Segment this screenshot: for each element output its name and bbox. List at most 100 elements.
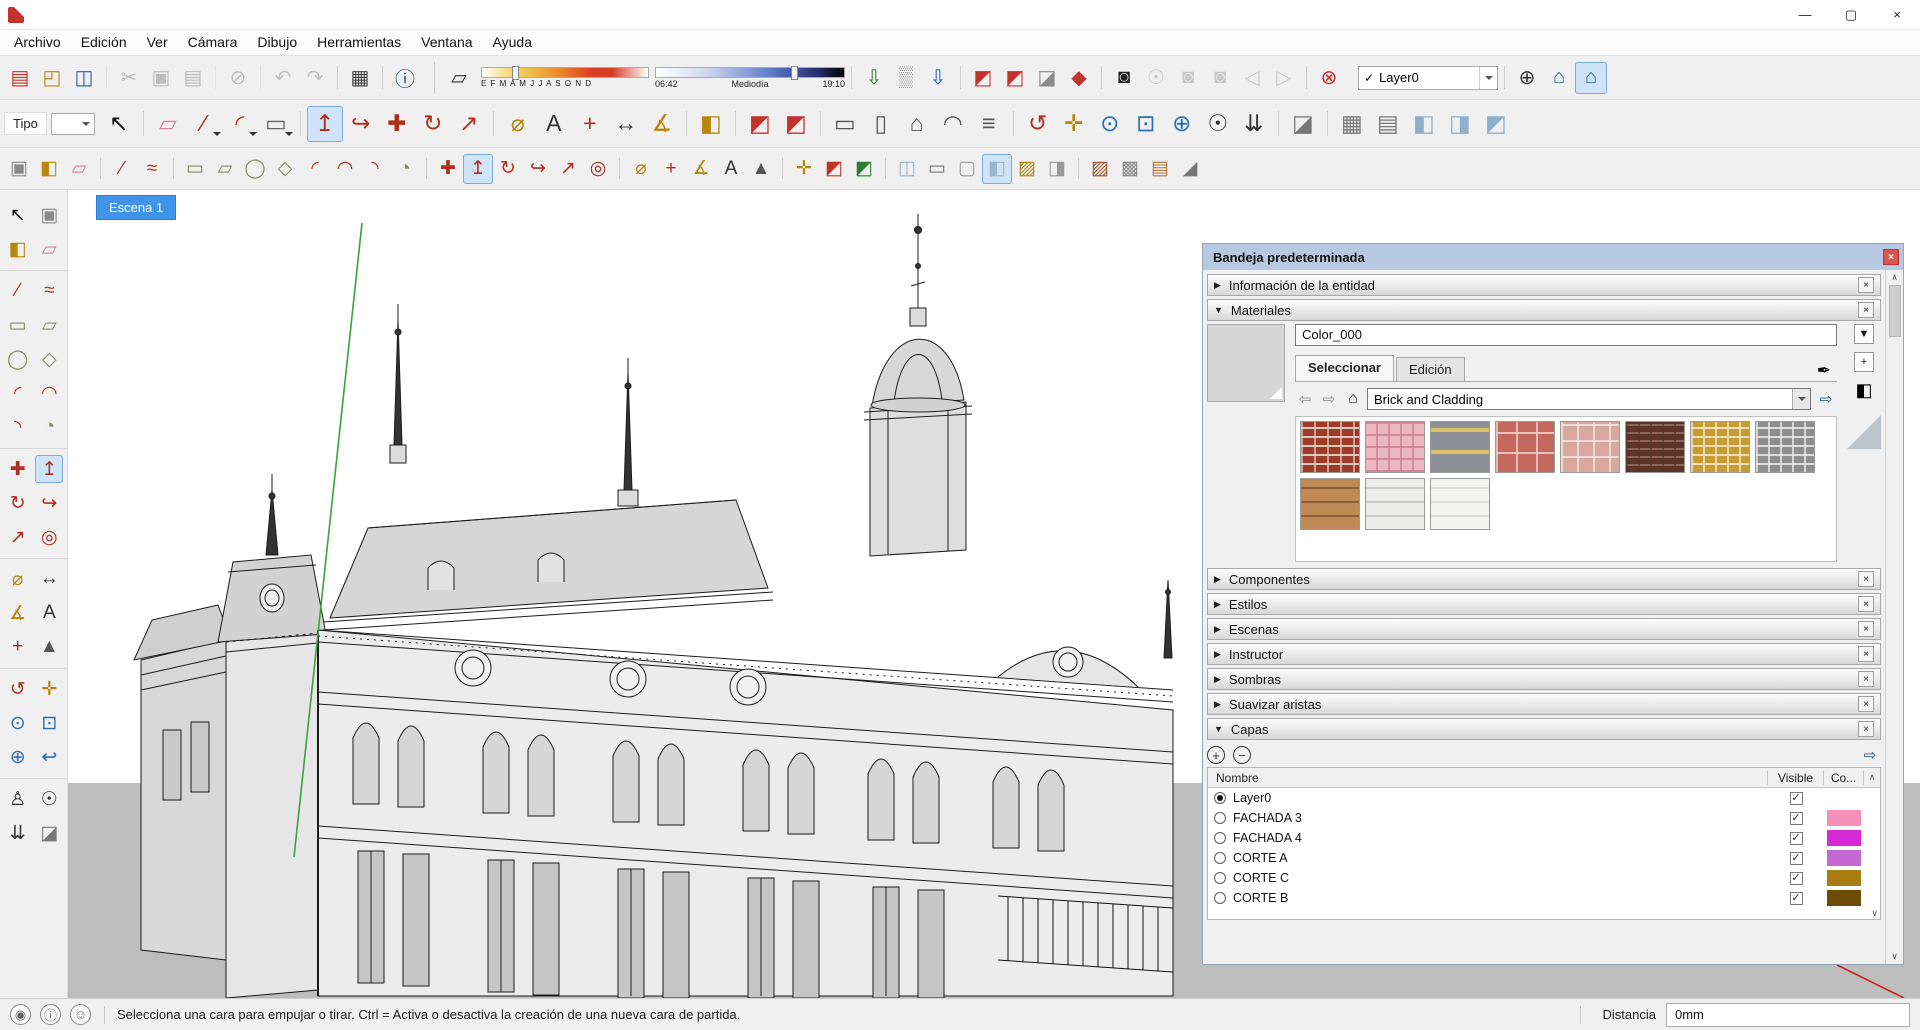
home-icon[interactable]: ⌂ [1343, 390, 1363, 408]
camera-pan-button[interactable]: ◙ [1204, 62, 1236, 94]
stairs-tool[interactable]: ≡ [971, 106, 1007, 142]
eraser-tool[interactable]: ▱ [35, 235, 63, 263]
wall-tool[interactable]: ▯ [863, 106, 899, 142]
camera-dolly-button[interactable]: ◙ [1172, 62, 1204, 94]
layer-radio[interactable] [1214, 872, 1226, 884]
close-section-button[interactable]: × [1858, 596, 1874, 612]
open-model-button[interactable]: ◰ [36, 62, 68, 94]
menu-item[interactable]: Cámara [178, 30, 248, 54]
zoom-window-tool[interactable]: ⊡ [35, 709, 63, 737]
swatch-white-siding[interactable] [1365, 478, 1425, 530]
menu-item[interactable]: Herramientas [307, 30, 411, 54]
export-model-button[interactable]: ◩ [849, 154, 879, 184]
close-section-button[interactable]: × [1858, 621, 1874, 637]
face-cube-top[interactable]: ◩ [1478, 106, 1514, 142]
layer-radio[interactable] [1214, 852, 1226, 864]
tray-scroll-down-icon[interactable]: ∨ [1891, 951, 1898, 962]
pan-tool[interactable]: ✛ [1056, 106, 1092, 142]
section-instructor[interactable]: ▶ Instructor × [1207, 643, 1881, 665]
model-info-button[interactable]: ⓘ [389, 62, 421, 94]
orbit-tool[interactable]: ↺ [4, 675, 32, 703]
layer-visible-checkbox[interactable]: ✓ [1790, 792, 1803, 805]
month-slider-handle[interactable] [512, 66, 519, 80]
rotated-rectangle-tool[interactable]: ▱ [210, 154, 240, 184]
add-building-button[interactable]: ⇩ [922, 62, 954, 94]
tab-edicion[interactable]: Edición [1396, 357, 1465, 381]
toggle-terrain-button[interactable]: ▒ [890, 62, 922, 94]
shadow-toggle-button[interactable]: ▱ [443, 62, 475, 94]
minimize-button[interactable]: — [1782, 0, 1828, 30]
3d-text-tool[interactable]: ▲ [35, 633, 63, 661]
menu-item[interactable]: Ventana [411, 30, 482, 54]
floor-plan-tool[interactable]: ▭ [827, 106, 863, 142]
sample-paint-swatch[interactable] [1847, 415, 1881, 449]
move-tool[interactable]: ✚ [4, 455, 32, 483]
redo-button[interactable]: ↷ [299, 62, 331, 94]
collection-combobox[interactable]: Brick and Cladding [1367, 388, 1811, 410]
close-button[interactable]: × [1874, 0, 1920, 30]
style-wireframe-button[interactable]: ▭ [922, 154, 952, 184]
shadow-month-slider[interactable]: E F M A M J J A S O N D [481, 67, 649, 88]
swatch-pink-tile[interactable] [1365, 421, 1425, 473]
layer-visible-checkbox[interactable]: ✓ [1790, 892, 1803, 905]
rotate-tool[interactable]: ↻ [4, 489, 32, 517]
polygon-tool[interactable]: ◇ [35, 345, 63, 373]
section-layers[interactable]: ▼ Capas × [1207, 718, 1881, 740]
freehand-tool[interactable]: ≈ [35, 277, 63, 305]
polygon-tool[interactable]: ◇ [270, 154, 300, 184]
section-materials[interactable]: ▼ Materiales × [1207, 299, 1881, 321]
text-tool[interactable]: A [35, 599, 63, 627]
share-model-button[interactable]: ◩ [778, 106, 814, 142]
extension-warehouse-button[interactable]: ◆ [1063, 62, 1095, 94]
line-tool[interactable]: ∕ [107, 154, 137, 184]
follow-me-tool[interactable]: ↪ [523, 154, 553, 184]
select-tool[interactable]: ↖ [4, 201, 32, 229]
close-section-button[interactable]: × [1858, 721, 1874, 737]
axes-tool[interactable]: + [656, 154, 686, 184]
offset-tool[interactable]: ◎ [35, 523, 63, 551]
protractor-tool[interactable]: ∡ [4, 599, 32, 627]
swatch-red-brick[interactable] [1300, 421, 1360, 473]
tipo-combobox[interactable] [51, 113, 95, 135]
two-point-arc-tool[interactable]: ◠ [330, 154, 360, 184]
freehand-tool[interactable]: ≈ [137, 154, 167, 184]
section-soften-edges[interactable]: ▶ Suavizar aristas × [1207, 693, 1881, 715]
column-header-visible[interactable]: Visible [1768, 771, 1824, 785]
layer-color-swatch[interactable] [1827, 790, 1861, 806]
style-textured-button[interactable]: ▨ [1012, 154, 1042, 184]
layer-color-swatch[interactable] [1827, 810, 1861, 826]
3d-text-tool[interactable]: ▲ [746, 154, 776, 184]
layer-radio[interactable] [1214, 832, 1226, 844]
layer-row[interactable]: Layer0 ✓ [1208, 788, 1880, 808]
text-tool[interactable]: A [716, 154, 746, 184]
layer-visible-checkbox[interactable]: ✓ [1790, 832, 1803, 845]
face-cube-back[interactable]: ◨ [1442, 106, 1478, 142]
layer-color-swatch[interactable] [1827, 850, 1861, 866]
pie-tool[interactable]: ◔ [390, 154, 420, 184]
layer-row[interactable]: FACHADA 3 ✓ [1208, 808, 1880, 828]
layers-details-button[interactable]: ⇨ [1859, 746, 1881, 764]
material-stone-button[interactable]: ▩ [1115, 154, 1145, 184]
select-tool[interactable]: ↖ [101, 106, 137, 142]
copy-button[interactable]: ▣ [145, 62, 177, 94]
zoom-extents-tool[interactable]: ⊕ [1164, 106, 1200, 142]
layer-radio[interactable] [1214, 792, 1226, 804]
pie-tool[interactable]: ◔ [35, 413, 63, 441]
scale-tool[interactable]: ↗ [553, 154, 583, 184]
look-around-tool[interactable]: ☉ [35, 785, 63, 813]
layers-scroll-up-icon[interactable]: ∧ [1864, 772, 1880, 783]
menu-item[interactable]: Archivo [4, 30, 71, 54]
layer-color-swatch[interactable] [1827, 830, 1861, 846]
axes-tool-button[interactable]: ⊕ [1511, 62, 1543, 94]
layer-radio[interactable] [1214, 812, 1226, 824]
push-pull-tool[interactable]: ↥ [307, 106, 343, 142]
orbit-tool[interactable]: ↺ [1020, 106, 1056, 142]
swatch-red-pavers[interactable] [1495, 421, 1555, 473]
delete-guides-button[interactable]: ⊗ [1313, 62, 1345, 94]
swatch-white-plaster[interactable] [1430, 478, 1490, 530]
close-section-button[interactable]: × [1858, 571, 1874, 587]
add-location-button[interactable]: ⇩ [858, 62, 890, 94]
material-name-field[interactable]: Color_000 [1295, 324, 1837, 346]
new-model-button[interactable]: ▤ [4, 62, 36, 94]
sandbox-contours-tool[interactable]: ▤ [1370, 106, 1406, 142]
